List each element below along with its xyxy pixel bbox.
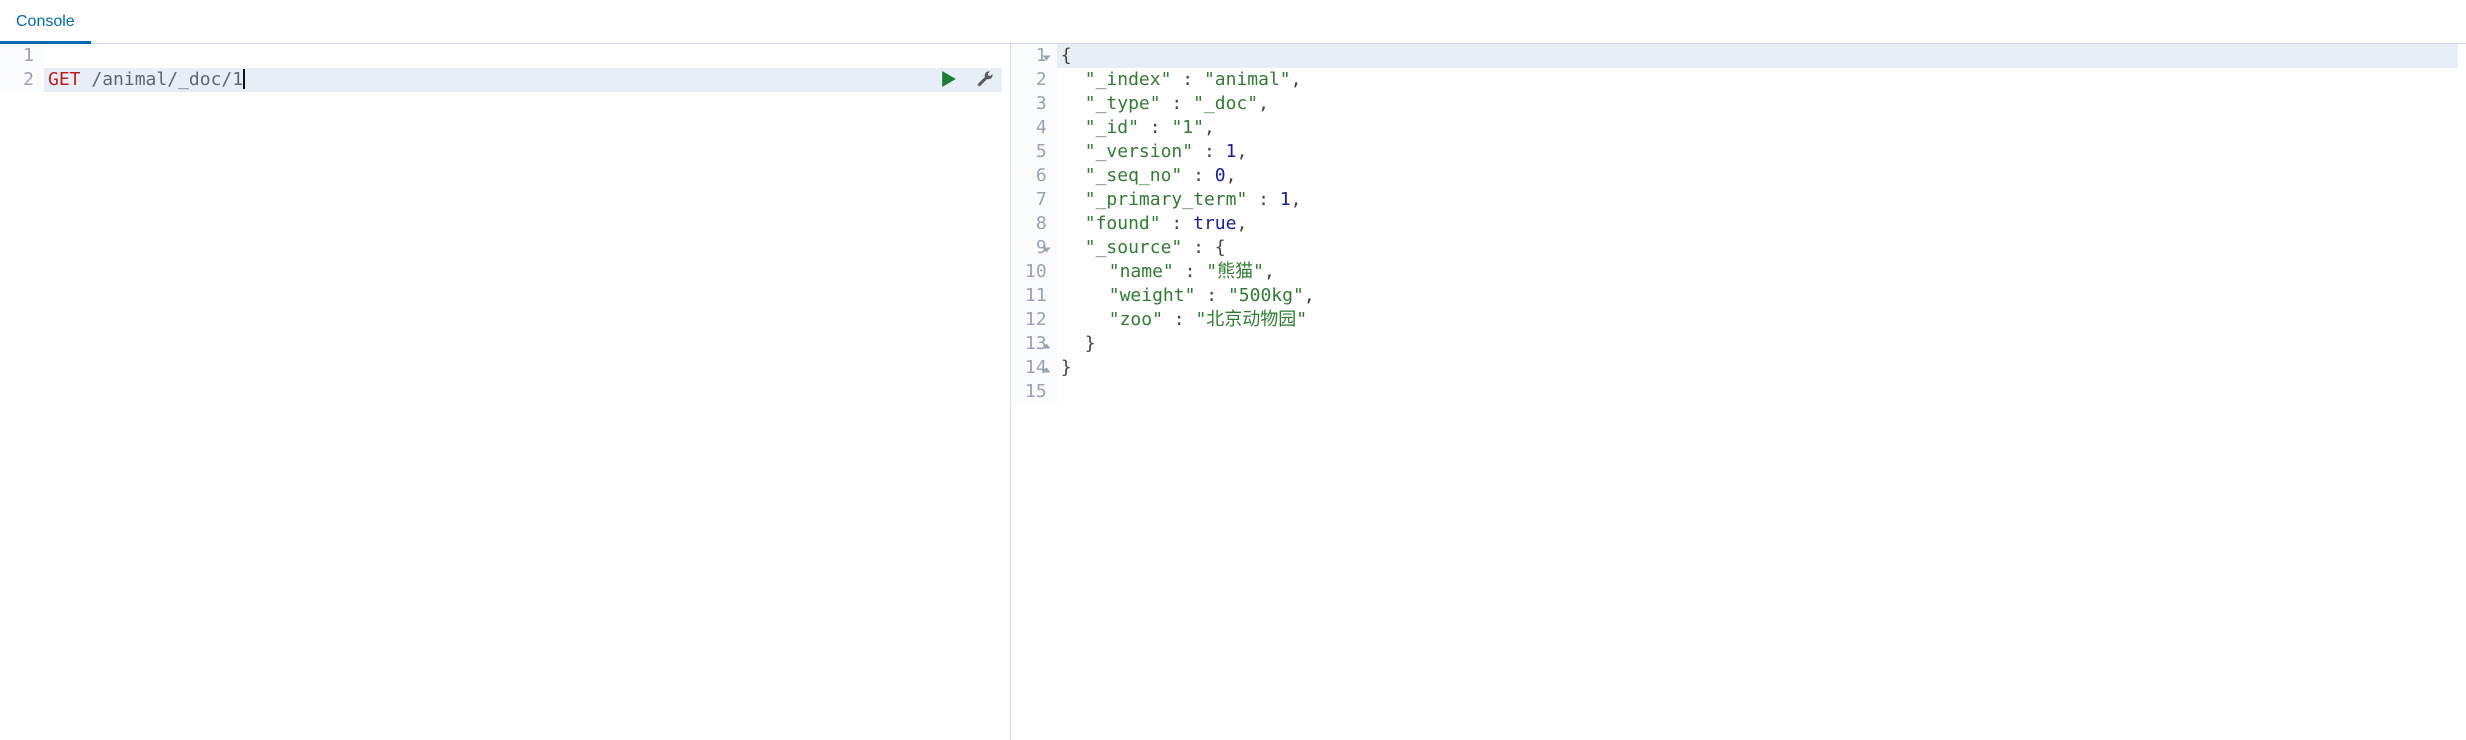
request-pane: 12 GET /animal/_doc/1 <box>0 44 1011 740</box>
wrench-icon[interactable] <box>976 70 994 88</box>
response-line[interactable]: { <box>1057 44 2458 68</box>
line-number: 1 <box>1025 44 1047 68</box>
line-number: 13 <box>1025 332 1047 356</box>
response-line[interactable]: "zoo" : "北京动物园" <box>1057 308 2458 332</box>
request-code[interactable]: GET /animal/_doc/1 <box>44 44 1010 92</box>
play-icon[interactable] <box>942 71 956 87</box>
request-gutter: 12 <box>0 44 44 92</box>
request-line[interactable] <box>44 44 1002 68</box>
line-number: 9 <box>1025 236 1047 260</box>
line-number: 11 <box>1025 284 1047 308</box>
response-pane: 123456789101112131415 {"_index" : "anima… <box>1011 44 2466 740</box>
line-number: 8 <box>1025 212 1047 236</box>
response-line[interactable] <box>1057 380 2458 404</box>
line-number: 12 <box>1025 308 1047 332</box>
line-number: 3 <box>1025 92 1047 116</box>
response-line[interactable]: "_id" : "1", <box>1057 116 2458 140</box>
response-line[interactable]: "found" : true, <box>1057 212 2458 236</box>
line-number: 2 <box>14 68 34 92</box>
response-line[interactable]: "weight" : "500kg", <box>1057 284 2458 308</box>
response-editor[interactable]: 123456789101112131415 {"_index" : "anima… <box>1011 44 2466 404</box>
response-code[interactable]: {"_index" : "animal","_type" : "_doc","_… <box>1057 44 2466 404</box>
response-gutter: 123456789101112131415 <box>1011 44 1057 404</box>
line-number: 15 <box>1025 380 1047 404</box>
response-line[interactable]: "_version" : 1, <box>1057 140 2458 164</box>
line-number: 10 <box>1025 260 1047 284</box>
line-number: 5 <box>1025 140 1047 164</box>
line-number: 14 <box>1025 356 1047 380</box>
response-line[interactable]: } <box>1057 332 2458 356</box>
tab-label: Console <box>16 13 75 30</box>
response-line[interactable]: "_seq_no" : 0, <box>1057 164 2458 188</box>
line-number: 4 <box>1025 116 1047 140</box>
response-line[interactable]: "_primary_term" : 1, <box>1057 188 2458 212</box>
line-number: 2 <box>1025 68 1047 92</box>
tabs-bar: Console <box>0 0 2466 44</box>
request-actions <box>942 70 994 88</box>
request-line[interactable]: GET /animal/_doc/1 <box>44 68 1002 92</box>
response-line[interactable]: "name" : "熊猫", <box>1057 260 2458 284</box>
tab-console[interactable]: Console <box>0 3 91 43</box>
line-number: 6 <box>1025 164 1047 188</box>
console-split: 12 GET /animal/_doc/1 123456789101112131… <box>0 44 2466 740</box>
line-number: 7 <box>1025 188 1047 212</box>
request-editor[interactable]: 12 GET /animal/_doc/1 <box>0 44 1010 92</box>
response-line[interactable]: "_type" : "_doc", <box>1057 92 2458 116</box>
response-line[interactable]: "_source" : { <box>1057 236 2458 260</box>
response-line[interactable]: "_index" : "animal", <box>1057 68 2458 92</box>
response-line[interactable]: } <box>1057 356 2458 380</box>
line-number: 1 <box>14 44 34 68</box>
